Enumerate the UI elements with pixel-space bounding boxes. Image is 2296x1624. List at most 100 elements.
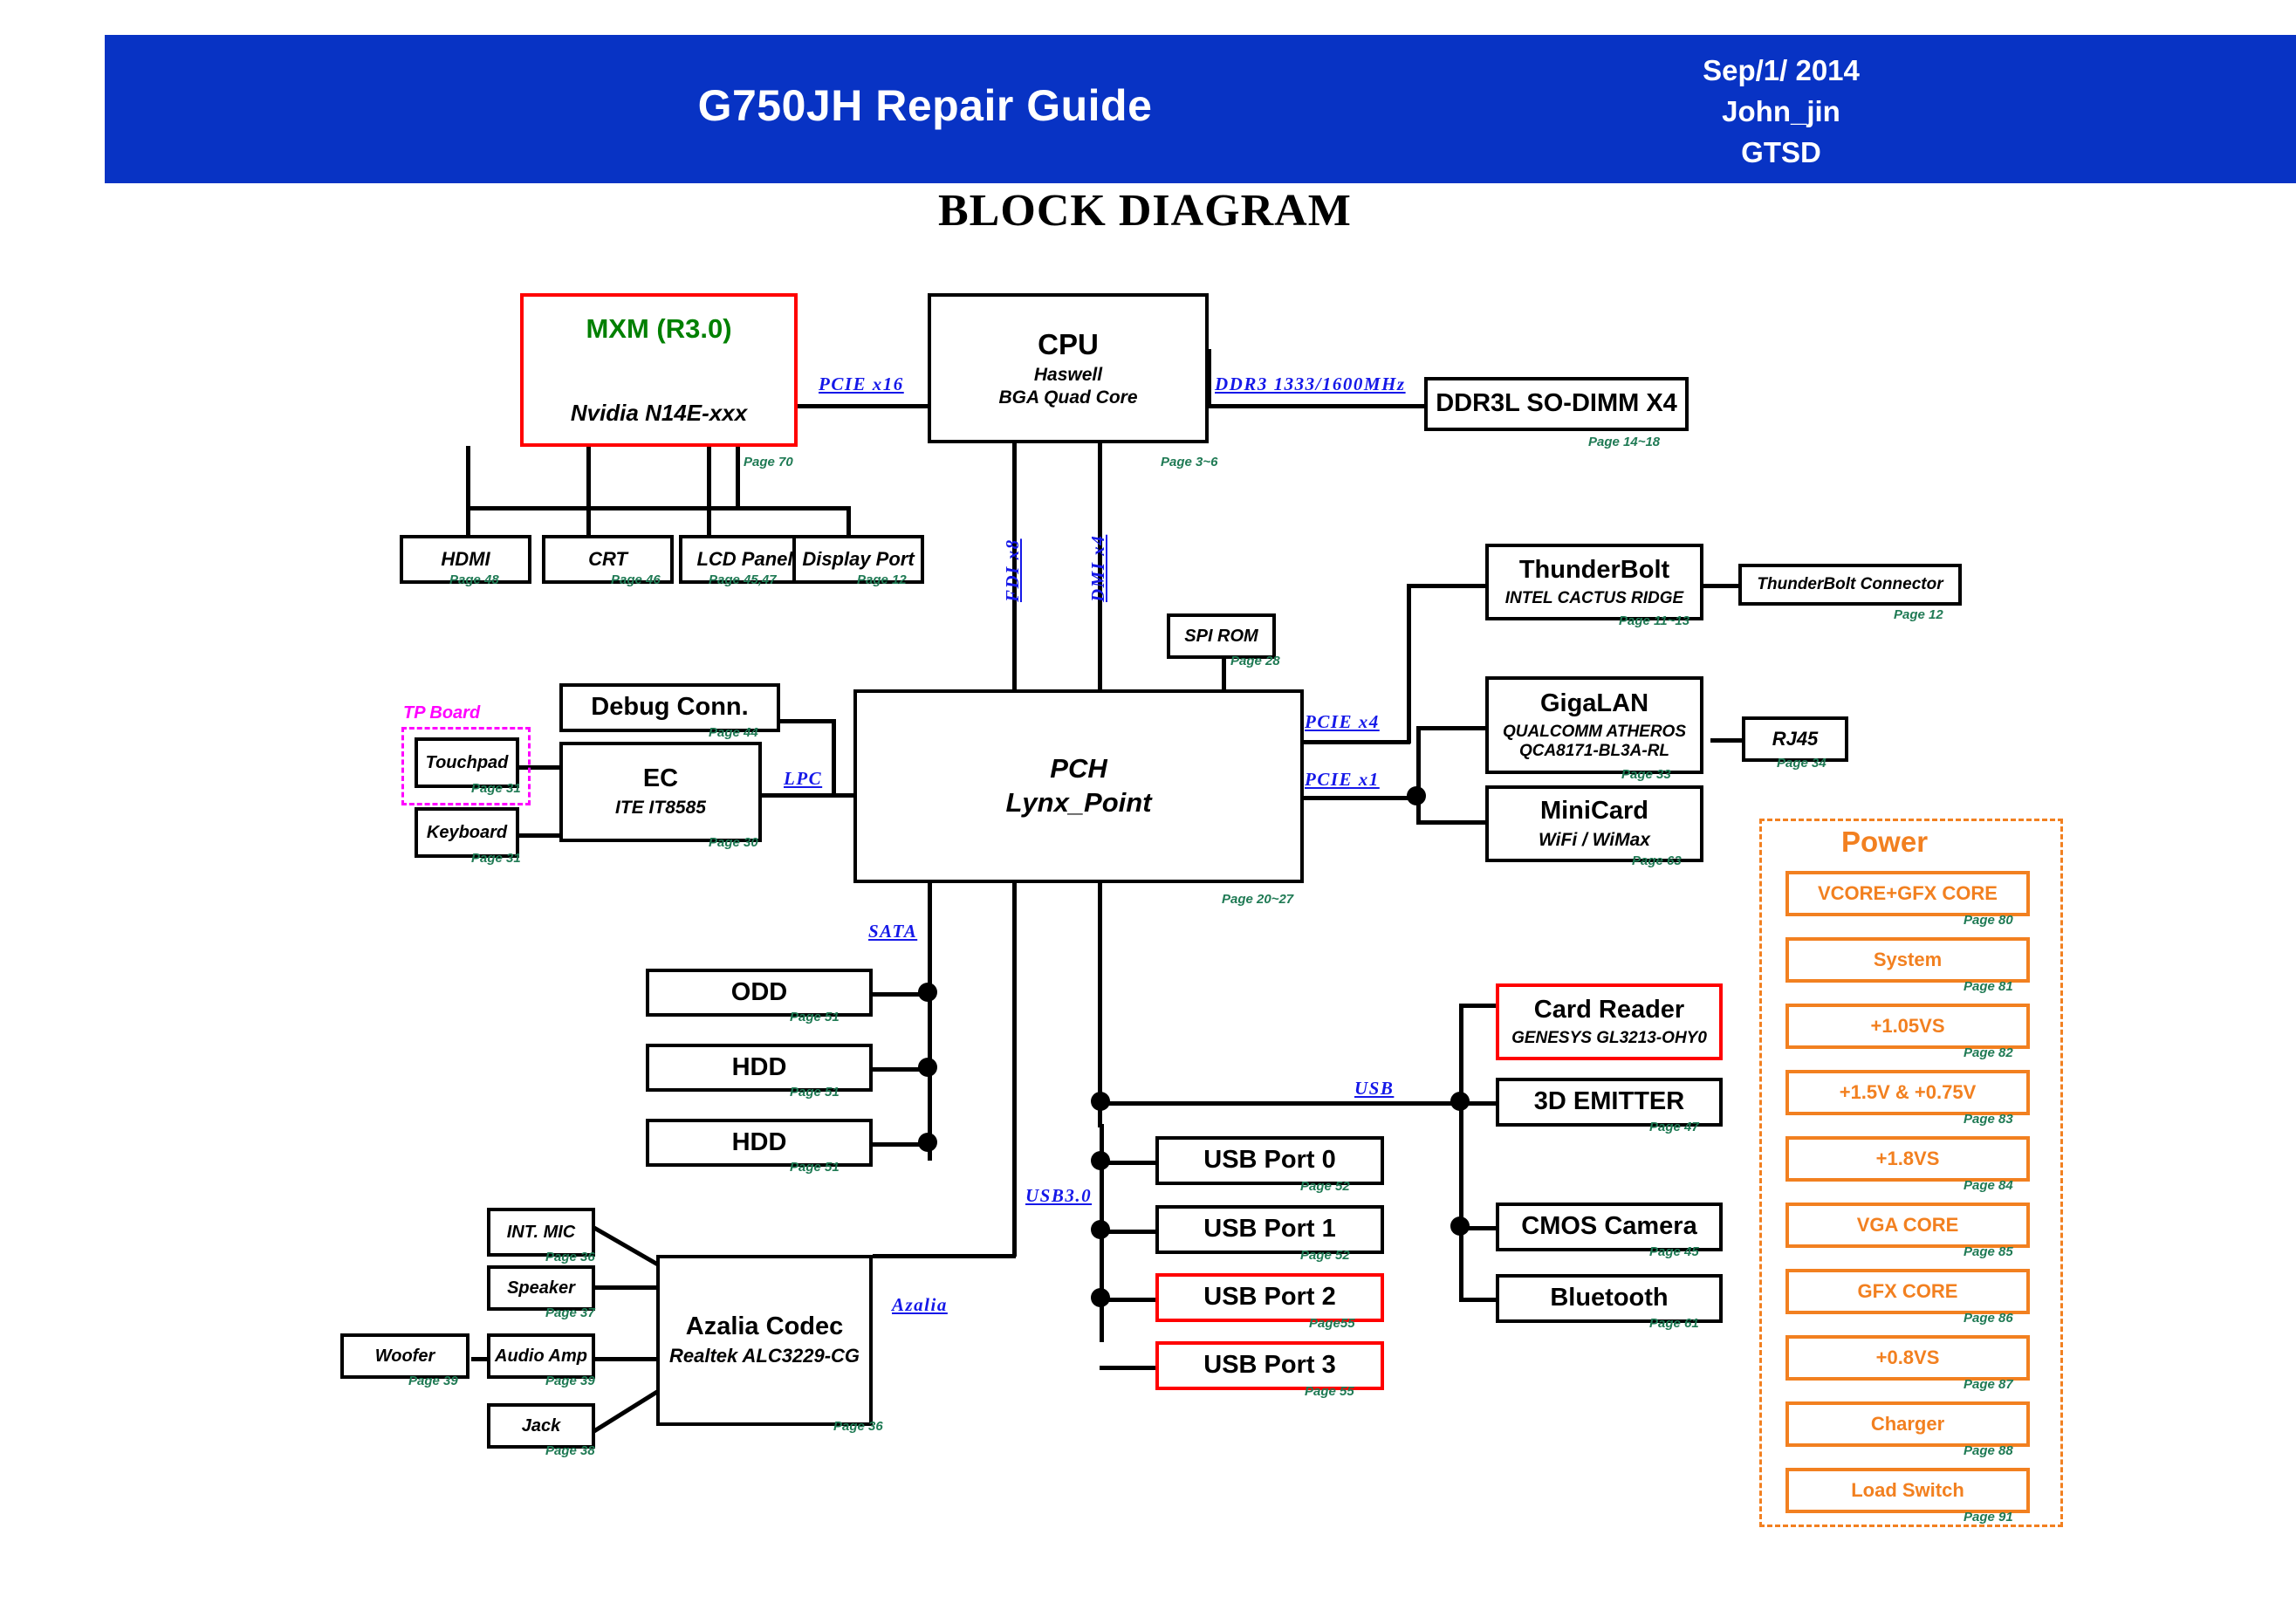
- block-card-reader[interactable]: Card Reader GENESYS GL3213-OHY0: [1496, 983, 1723, 1060]
- page-ref-usb0: Page 52: [1300, 1179, 1350, 1194]
- page-ref-ddr: Page 14~18: [1588, 435, 1661, 449]
- wire-cardreader: [1459, 1004, 1499, 1008]
- power-rail-0-label: VCORE+GFX CORE: [1818, 882, 1998, 904]
- block-audio-amp[interactable]: Audio Amp: [487, 1333, 595, 1379]
- power-rail-9[interactable]: Load Switch: [1785, 1468, 2030, 1513]
- wire-crt-drop: [586, 446, 591, 545]
- bus-label-pcie-x1: PCIE x1: [1305, 769, 1380, 790]
- block-woofer[interactable]: Woofer: [340, 1333, 469, 1379]
- power-rail-4-label: +1.8VS: [1875, 1148, 1940, 1169]
- wire-mxm-dp-a: [736, 446, 740, 506]
- block-azalia-codec[interactable]: Azalia Codec Realtek ALC3229-CG: [656, 1255, 873, 1426]
- cpu-sub2: BGA Quad Core: [998, 387, 1138, 408]
- hdd2-title: HDD: [731, 1127, 787, 1156]
- gigalan-sub1: QUALCOMM ATHEROS: [1502, 722, 1687, 741]
- power-rail-6[interactable]: GFX CORE: [1785, 1269, 2030, 1314]
- ddr-title: DDR3L SO-DIMM X4: [1436, 389, 1677, 418]
- pch-title1: PCH: [1050, 753, 1107, 785]
- power-rail-1[interactable]: System: [1785, 937, 2030, 983]
- page-ref-power-3: Page 83: [1964, 1112, 2013, 1127]
- power-rail-6-label: GFX CORE: [1857, 1280, 1958, 1302]
- ec-sub: ITE IT8585: [615, 798, 706, 819]
- debug-title: Debug Conn.: [591, 693, 749, 722]
- block-usb-port-0[interactable]: USB Port 0: [1155, 1136, 1384, 1185]
- block-usb-port-1[interactable]: USB Port 1: [1155, 1205, 1384, 1254]
- wire-gigalan-rj45: [1710, 738, 1742, 743]
- group-tp-board-label: TP Board: [403, 703, 481, 723]
- wire-minicard-in: [1416, 820, 1486, 825]
- page-ref-crt: Page 46: [611, 572, 661, 587]
- wire-mxm-dp-b: [736, 506, 851, 510]
- page-ref-pch: Page 20~27: [1222, 892, 1294, 907]
- block-spi-rom[interactable]: SPI ROM: [1167, 613, 1276, 659]
- page-ref-woofer: Page 39: [408, 1374, 458, 1388]
- wire-gigalan-in: [1416, 726, 1486, 730]
- power-rail-1-label: System: [1873, 949, 1943, 970]
- wire-mxm-cpu: [796, 404, 929, 408]
- wire-cpu-ddr-b: [1207, 404, 1426, 408]
- page-ref-mxm: Page 70: [744, 455, 793, 469]
- page-ref-speaker: Page 37: [545, 1305, 595, 1320]
- woofer-title: Woofer: [374, 1346, 435, 1366]
- block-usb-port-2[interactable]: USB Port 2: [1155, 1273, 1384, 1322]
- wire-debug-b: [832, 719, 836, 796]
- wire-pcie-x1-a: [1304, 796, 1419, 800]
- wire-pch-azalia-a: [1012, 883, 1017, 1257]
- power-rail-2[interactable]: +1.05VS: [1785, 1004, 2030, 1049]
- page-ref-cpu: Page 3~6: [1161, 455, 1218, 469]
- page-ref-power-1: Page 81: [1964, 979, 2013, 994]
- page-ref-audioamp: Page 39: [545, 1374, 595, 1388]
- ec-title: EC: [642, 764, 679, 793]
- power-rail-8-label: Charger: [1870, 1413, 1945, 1435]
- page-ref-odd: Page 51: [790, 1010, 840, 1024]
- junction-odd: [918, 983, 937, 1002]
- block-cpu[interactable]: CPU Haswell BGA Quad Core: [928, 293, 1209, 443]
- page-header: G750JH Repair Guide Sep/1/ 2014 John_jin…: [105, 35, 2296, 183]
- cpu-title: CPU: [1038, 327, 1099, 360]
- block-ec[interactable]: EC ITE IT8585: [559, 742, 762, 842]
- power-rail-7[interactable]: +0.8VS: [1785, 1335, 2030, 1381]
- usb0-title: USB Port 0: [1203, 1146, 1336, 1175]
- block-pch[interactable]: PCH Lynx_Point: [853, 689, 1304, 883]
- wire-pcie-x1-b: [1416, 726, 1421, 825]
- block-mxm[interactable]: MXM (R3.0) Nvidia N14E-xxx: [520, 293, 798, 447]
- dp-title: Display Port: [802, 548, 915, 570]
- audioamp-title: Audio Amp: [495, 1346, 587, 1366]
- gigalan-title: GigaLAN: [1539, 689, 1649, 717]
- block-thunderbolt-connector[interactable]: ThunderBolt Connector: [1738, 564, 1962, 606]
- page-ref-power-8: Page 88: [1964, 1443, 2013, 1458]
- power-rail-0[interactable]: VCORE+GFX CORE: [1785, 871, 2030, 916]
- wire-pcie-x4-c: [1407, 584, 1486, 588]
- hdd1-title: HDD: [731, 1052, 787, 1081]
- wire-mxm-out-bus: [466, 506, 736, 510]
- junction-hdd2: [918, 1133, 937, 1152]
- power-rail-5[interactable]: VGA CORE: [1785, 1203, 2030, 1248]
- page-ref-tbconn: Page 12: [1894, 607, 1943, 622]
- power-rail-7-label: +0.8VS: [1875, 1346, 1940, 1368]
- power-rail-4[interactable]: +1.8VS: [1785, 1136, 2030, 1182]
- page-ref-power-4: Page 84: [1964, 1178, 2013, 1193]
- block-speaker[interactable]: Speaker: [487, 1265, 595, 1311]
- bus-label-dmi-x4: DMI x4: [1087, 534, 1108, 602]
- wire-spirom-pch: [1222, 659, 1226, 689]
- page-ref-gigalan: Page 33: [1621, 767, 1671, 782]
- block-diagram-page: G750JH Repair Guide Sep/1/ 2014 John_jin…: [0, 0, 2296, 1624]
- page-ref-keyboard: Page 31: [471, 851, 521, 866]
- junction-usb1: [1091, 1220, 1110, 1239]
- bluetooth-title: Bluetooth: [1550, 1284, 1669, 1312]
- bus-label-sata: SATA: [868, 921, 918, 942]
- wire-ec-lpc: [759, 793, 858, 798]
- block-minicard[interactable]: MiniCard WiFi / WiMax: [1485, 785, 1703, 862]
- block-thunderbolt[interactable]: ThunderBolt INTEL CACTUS RIDGE: [1485, 544, 1703, 620]
- tb-sub: INTEL CACTUS RIDGE: [1504, 588, 1684, 607]
- page-ref-power-7: Page 87: [1964, 1377, 2013, 1392]
- page-ref-usb3: Page 55: [1305, 1384, 1354, 1399]
- block-gigalan[interactable]: GigaLAN QUALCOMM ATHEROS QCA8171-BL3A-RL: [1485, 676, 1703, 774]
- power-rail-3[interactable]: +1.5V & +0.75V: [1785, 1070, 2030, 1115]
- block-usb-port-3[interactable]: USB Port 3: [1155, 1341, 1384, 1390]
- page-ref-power-9: Page 91: [1964, 1510, 2013, 1525]
- power-rail-8[interactable]: Charger: [1785, 1401, 2030, 1447]
- block-jack[interactable]: Jack: [487, 1403, 595, 1449]
- jack-title: Jack: [521, 1415, 561, 1436]
- block-ddr3l[interactable]: DDR3L SO-DIMM X4: [1424, 377, 1689, 431]
